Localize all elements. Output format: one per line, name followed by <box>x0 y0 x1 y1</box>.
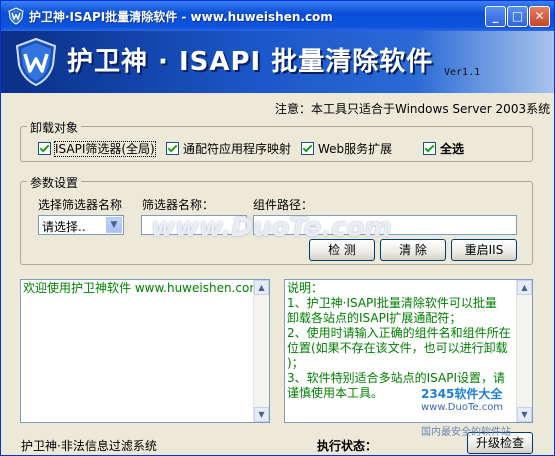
log-scrollbar[interactable]: ▲ ▼ <box>253 280 269 422</box>
filter-name-label: 筛选器名称： <box>142 198 215 212</box>
brand-watermark: 2345软件大全 www.DuoTe.com 国内最安全的软件站 <box>421 385 511 438</box>
checkbox-box[interactable] <box>423 142 436 155</box>
help-scrollbar[interactable]: ▲ ▼ <box>516 280 532 422</box>
isapi-filter-checkbox[interactable]: ISAPI筛选器(全局) <box>38 140 156 157</box>
filter-select-value: 请选择.. <box>42 220 86 234</box>
scroll-down-icon[interactable]: ▼ <box>254 407 269 422</box>
checkbox-box[interactable] <box>166 142 179 155</box>
help-line: 卸载各站点的ISAPI扩展通配符； <box>287 311 462 325</box>
checkbox-label: Web服务扩展 <box>318 142 393 156</box>
help-line: 1、护卫神·ISAPI批量清除软件可以批量 <box>287 296 497 310</box>
log-text: 欢迎使用护卫神软件 www.huweishen.com <box>23 281 262 295</box>
uninstall-group-legend: 卸载对象 <box>27 119 82 136</box>
maximize-button[interactable]: □ <box>507 6 528 27</box>
help-line: 3、软件特别适合多站点的ISAPI设置，请 <box>287 371 505 385</box>
checkbox-box[interactable] <box>301 142 314 155</box>
status-left-text: 护卫神·非法信息过滤系统 <box>21 439 157 453</box>
minimize-button[interactable]: _ <box>485 6 506 27</box>
brand-url: www.DuoTe.com <box>421 402 504 413</box>
component-path-label: 组件路径： <box>253 198 314 212</box>
window-title: 护卫神·ISAPI批量清除软件 - www.huweishen.com <box>29 10 333 24</box>
wildcard-mapping-checkbox[interactable]: 通配符应用程序映射 <box>166 140 291 157</box>
web-service-extension-checkbox[interactable]: Web服务扩展 <box>301 140 392 157</box>
filter-select[interactable]: 请选择.. ▼ <box>38 215 124 235</box>
app-window: 护卫神·ISAPI批量清除软件 - www.huweishen.com _ □ … <box>0 0 555 456</box>
checkbox-label: ISAPI筛选器(全局) <box>54 141 156 157</box>
help-line: 2、使用时请输入正确的组件名和组件所在 <box>287 326 511 340</box>
help-line: 位置(如果不存在该文件，也可以进行卸载 <box>287 341 508 355</box>
chevron-down-icon[interactable]: ▼ <box>106 217 122 233</box>
compatibility-notice: 注意：本工具只适合于Windows Server 2003系统 <box>275 102 551 116</box>
close-button[interactable]: ✕ <box>529 6 550 27</box>
site-watermark: www.DuoTe.com <box>151 213 392 243</box>
version-label: Ver1.1 <box>444 67 481 78</box>
header-banner: 护卫神 · ISAPI 批量清除软件 Ver1.1 <box>1 31 554 93</box>
shield-icon <box>8 7 24 25</box>
brand-slogan: 国内最安全的软件站 <box>421 427 511 438</box>
shield-logo-icon <box>15 37 57 87</box>
scroll-up-icon[interactable]: ▲ <box>517 280 532 295</box>
select-all-checkbox[interactable]: 全选 <box>423 140 464 157</box>
brand-name: 2345软件大全 <box>421 387 503 401</box>
title-bar[interactable]: 护卫神·ISAPI批量清除软件 - www.huweishen.com _ □ … <box>1 1 554 31</box>
log-panel[interactable]: 欢迎使用护卫神软件 www.huweishen.com ▲ ▼ <box>20 279 270 423</box>
restart-iis-button[interactable]: 重启IIS <box>451 239 517 261</box>
banner-title: 护卫神 · ISAPI 批量清除软件 <box>67 47 434 77</box>
params-group-legend: 参数设置 <box>27 174 82 191</box>
checkbox-box[interactable] <box>38 142 51 155</box>
checkbox-label: 通配符应用程序映射 <box>183 142 292 156</box>
checkbox-label: 全选 <box>440 142 465 156</box>
exec-status-label: 执行状态： <box>317 439 378 453</box>
scroll-down-icon[interactable]: ▼ <box>517 407 532 422</box>
help-text: 说明： 1、护卫神·ISAPI批量清除软件可以批量 卸载各站点的ISAPI扩展通… <box>287 281 515 401</box>
help-line: )； <box>287 356 304 370</box>
scroll-up-icon[interactable]: ▲ <box>254 280 269 295</box>
help-line: 说明： <box>287 281 324 295</box>
select-filter-label: 选择筛选器名称 <box>38 198 123 212</box>
